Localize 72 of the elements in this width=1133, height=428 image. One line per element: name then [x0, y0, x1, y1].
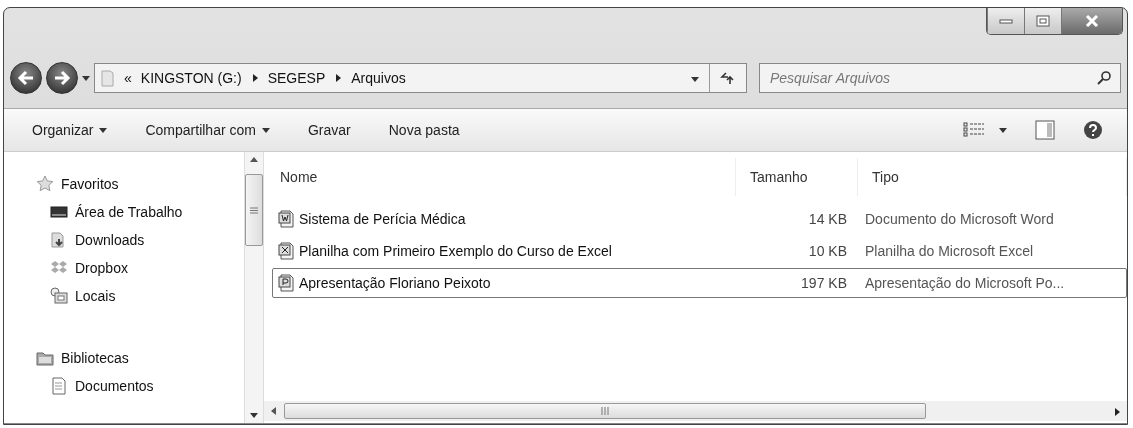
vertical-scrollbar[interactable] — [244, 152, 264, 423]
chevron-icon — [334, 74, 343, 82]
arrow-left-icon — [17, 70, 35, 86]
arrow-right-icon — [53, 70, 71, 86]
close-button[interactable] — [1061, 8, 1122, 34]
breadcrumb-overflow[interactable]: « — [124, 70, 132, 86]
help-icon[interactable] — [1083, 120, 1103, 140]
file-size: 197 KB — [800, 275, 848, 291]
scroll-thumb[interactable] — [284, 403, 926, 419]
horizontal-scrollbar[interactable] — [264, 401, 1127, 421]
caret-icon — [691, 75, 699, 83]
breadcrumb-item[interactable]: KINGSTON (G:) — [140, 70, 242, 86]
file-name: Planilha com Primeiro Exemplo do Curso de Excel — [299, 243, 612, 259]
desktop-icon — [50, 203, 68, 221]
folder-icon — [101, 69, 115, 87]
column-header[interactable]: Nome — [266, 158, 736, 196]
address-bar[interactable]: « KINGSTON (G:) SEGESP Arquivos — [94, 63, 747, 93]
toolbar-button[interactable]: Organizar — [32, 122, 108, 138]
file-name: Apresentação Floriano Peixoto — [299, 275, 491, 291]
toolbar-button[interactable]: Gravar — [307, 122, 351, 138]
close-icon — [1085, 15, 1099, 27]
grip-icon — [601, 407, 609, 415]
sidebar-item[interactable]: Downloads — [36, 226, 244, 254]
breadcrumb-item[interactable]: Arquivos — [351, 70, 406, 86]
forward-button[interactable] — [46, 62, 78, 94]
scroll-up-icon — [250, 156, 258, 164]
scroll-left-icon — [270, 407, 278, 415]
folder-icon — [36, 349, 54, 367]
caret-icon — [999, 126, 1007, 134]
file-row[interactable]: Apresentação Floriano Peixoto 197 KB Apresentação do Microsoft Po... — [272, 268, 1127, 298]
sidebar-item[interactable]: Favoritos — [36, 170, 244, 198]
sidebar-item[interactable]: Documentos — [36, 372, 244, 400]
file-type: Apresentação do Microsoft Po... — [864, 275, 1066, 291]
sidebar-item[interactable]: Locais — [36, 282, 244, 310]
file-row[interactable]: Planilha com Primeiro Exemplo do Curso de Excel 10 KB Planilha do Microsoft Excel — [272, 236, 1127, 266]
history-caret-icon — [82, 74, 90, 82]
refresh-arrows-icon — [720, 71, 736, 85]
document-icon — [277, 210, 295, 228]
sidebar-item[interactable]: Área de Trabalho — [36, 198, 244, 226]
search-field[interactable]: Pesquisar Arquivos — [768, 69, 1096, 87]
sidebar-item[interactable]: Bibliotecas — [36, 344, 244, 372]
chevron-icon — [250, 74, 259, 82]
minimize-icon — [999, 18, 1013, 24]
file-size: 14 KB — [807, 211, 848, 227]
search-box[interactable]: Pesquisar Arquivos — [759, 63, 1121, 93]
star-icon — [36, 175, 54, 193]
document-icon — [277, 274, 295, 292]
toolbar-button[interactable]: Compartilhar com — [145, 122, 270, 138]
document-icon — [50, 377, 68, 395]
maximize-icon — [1036, 15, 1050, 27]
minimize-button[interactable] — [987, 8, 1024, 34]
preview-pane-icon[interactable] — [1035, 120, 1055, 140]
grip-icon — [250, 206, 258, 214]
column-header[interactable]: Tipo — [858, 158, 1127, 196]
scroll-right-icon — [1113, 408, 1121, 416]
file-size: 10 KB — [807, 243, 848, 259]
search-icon — [1096, 70, 1112, 86]
file-name: Sistema de Perícia Médica — [299, 211, 466, 227]
breadcrumb-item[interactable]: SEGESP — [267, 70, 326, 86]
toolbar-button[interactable]: Nova pasta — [388, 122, 460, 138]
maximize-button[interactable] — [1024, 8, 1061, 34]
sidebar-item[interactable]: Dropbox — [36, 254, 244, 282]
column-header[interactable]: Tamanho — [736, 158, 858, 196]
back-button[interactable] — [10, 62, 42, 94]
document-icon — [277, 242, 295, 260]
view-list-icon[interactable] — [963, 122, 985, 138]
file-type: Planilha do Microsoft Excel — [864, 243, 1035, 259]
clock-folder-icon — [50, 287, 68, 305]
file-type: Documento do Microsoft Word — [864, 211, 1055, 227]
scroll-down-icon — [250, 411, 258, 419]
file-row[interactable]: Sistema de Perícia Médica 14 KB Documento do Microsoft Word — [272, 204, 1127, 234]
scroll-thumb[interactable] — [245, 174, 263, 246]
